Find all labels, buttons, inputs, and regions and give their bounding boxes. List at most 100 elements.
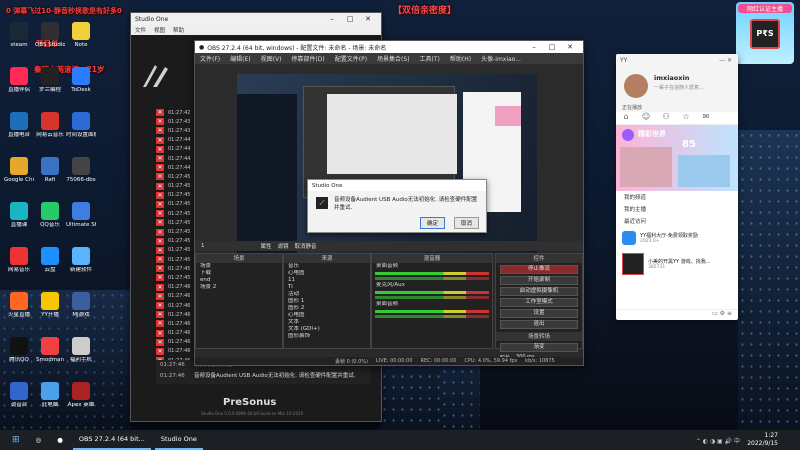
start-icon[interactable]: ⊞ bbox=[6, 431, 26, 449]
menu-item[interactable]: 场景集合(S) bbox=[372, 54, 415, 63]
desktop-icon[interactable]: 75066-dbs bbox=[66, 157, 96, 184]
list-item[interactable]: 我的频道 bbox=[616, 191, 738, 203]
desktop-icon[interactable]: 直播电台 bbox=[4, 112, 34, 139]
menu-item[interactable]: 文件(F) bbox=[195, 54, 225, 63]
list-item[interactable]: 音乐 bbox=[284, 263, 370, 270]
list-item[interactable]: 图形 1 bbox=[284, 298, 370, 305]
promo-banner[interactable]: 精彩世界 85 bbox=[616, 125, 738, 191]
desktop-icon[interactable]: Note bbox=[66, 22, 96, 49]
filters-button[interactable]: 滤镜 bbox=[278, 242, 289, 250]
list-item[interactable]: 我的主播 bbox=[616, 203, 738, 215]
list-item[interactable]: 场景 2 bbox=[196, 284, 282, 291]
menu-item[interactable]: 帮助(H) bbox=[445, 54, 476, 63]
volume-slider[interactable] bbox=[375, 277, 489, 280]
menu-item[interactable]: 停靠部件(D) bbox=[286, 54, 329, 63]
desktop-icon[interactable]: 腾讯QQ bbox=[4, 337, 34, 364]
desktop-icon[interactable]: 福利手机 bbox=[66, 337, 96, 364]
desktop-icon[interactable]: 调音台 bbox=[4, 382, 34, 409]
desktop-icon[interactable]: OBS Studio 电子白板 bbox=[35, 22, 65, 49]
list-item[interactable]: 文本 (GDI+) bbox=[284, 326, 370, 333]
list-item[interactable]: 文本 bbox=[284, 319, 370, 326]
desktop-icon[interactable]: 网易音乐 bbox=[4, 247, 34, 274]
desktop-icon[interactable]: QQ音乐 bbox=[35, 202, 65, 229]
game-entry[interactable]: 小美的开黑YY 游戏、找我... 385731 bbox=[616, 249, 738, 279]
transition-select[interactable]: 渐变 bbox=[500, 343, 578, 352]
user-icon[interactable]: ☺ bbox=[636, 112, 656, 121]
desktop-icon[interactable]: Google Chrome bbox=[4, 157, 34, 184]
menu-item[interactable]: 配置文件(P) bbox=[330, 54, 372, 63]
unmute-button[interactable]: 取消静音 bbox=[295, 242, 317, 250]
steam-icon[interactable]: ◎ bbox=[30, 431, 48, 449]
desktop-icon[interactable]: 此电脑 bbox=[35, 382, 65, 409]
desktop-icon[interactable]: Rafi bbox=[35, 157, 65, 184]
desktop-icon[interactable]: 火星直播 bbox=[4, 292, 34, 319]
tray-icons[interactable]: ⌃ ◐ ◑ ▣ 🔊 中 bbox=[696, 436, 740, 445]
desktop-icon[interactable]: MJ游戏 bbox=[66, 292, 96, 319]
list-item[interactable]: 场景 bbox=[196, 263, 282, 270]
properties-button[interactable]: 属性 bbox=[261, 242, 272, 250]
desktop-icon[interactable]: 直播伴侣 bbox=[4, 67, 34, 94]
control-button[interactable]: 停止推流 bbox=[500, 265, 578, 274]
dialog-titlebar[interactable]: Studio One bbox=[308, 180, 486, 191]
desktop-icon[interactable]: YY开播 bbox=[35, 292, 65, 319]
minimize-icon[interactable]: – bbox=[525, 43, 543, 51]
list-item[interactable]: 下载 bbox=[196, 270, 282, 277]
error-dialog[interactable]: Studio One ⟋ 音频设备Audient USB Audio无法初始化.… bbox=[307, 179, 487, 233]
volume-slider[interactable] bbox=[375, 296, 489, 299]
desktop-icon[interactable]: ToDesk bbox=[66, 67, 96, 94]
taskbar-app[interactable]: OBS 27.2.4 (64 bit... bbox=[72, 430, 151, 450]
menu-item[interactable]: 帮助 bbox=[169, 26, 188, 34]
control-button[interactable]: 设置 bbox=[500, 309, 578, 318]
group-icon[interactable]: ⚇ bbox=[656, 112, 676, 121]
control-button[interactable]: 启动虚拟摄像机 bbox=[500, 287, 578, 296]
promo-entry[interactable]: YY福利大厅-免费领取奖励 2023.0+ bbox=[616, 227, 738, 249]
desktop-icon[interactable]: Smodman bbox=[35, 337, 65, 364]
desktop-icon[interactable]: 罗兰编程 bbox=[35, 67, 65, 94]
desktop-icon[interactable]: Ultimate Studio bbox=[66, 202, 96, 229]
taskbar-app[interactable]: Studio One bbox=[154, 430, 203, 450]
list-item[interactable]: end bbox=[196, 277, 282, 284]
close-icon[interactable]: ✕ bbox=[561, 43, 579, 51]
studio-titlebar[interactable]: Studio One – □ ✕ bbox=[131, 13, 381, 25]
list-item[interactable]: 最近访问 bbox=[616, 215, 738, 227]
list-item[interactable]: 心电图 bbox=[284, 270, 370, 277]
volume-slider[interactable] bbox=[375, 315, 489, 318]
volume-meter[interactable] bbox=[375, 272, 489, 275]
star-icon[interactable]: ☆ bbox=[676, 112, 696, 121]
list-item[interactable]: 11 bbox=[284, 277, 370, 284]
desktop-icon[interactable]: 新建软件 bbox=[66, 247, 96, 274]
obs-titlebar[interactable]: ● OBS 27.2.4 (64 bit, windows) - 配置文件: 未… bbox=[195, 41, 583, 53]
control-button[interactable]: 开始录制 bbox=[500, 276, 578, 285]
desktop-icon[interactable]: 直播课 bbox=[4, 202, 34, 229]
obs-taskbar-icon[interactable]: ● bbox=[51, 431, 69, 449]
close-icon[interactable]: ✕ bbox=[359, 15, 377, 23]
list-item[interactable]: 活动 bbox=[284, 291, 370, 298]
minimize-icon[interactable]: – bbox=[323, 15, 341, 23]
list-item[interactable]: 图形 2 bbox=[284, 305, 370, 312]
chat-footer-icons[interactable]: ▭ ⚙ ≡ bbox=[616, 309, 738, 320]
desktop-icon[interactable]: steam bbox=[4, 22, 34, 49]
list-item[interactable]: Ti bbox=[284, 284, 370, 291]
menu-item[interactable]: 头像-imxiao... bbox=[476, 54, 526, 63]
maximize-icon[interactable]: □ bbox=[543, 43, 561, 51]
list-item[interactable]: 图形装饰 bbox=[284, 333, 370, 340]
control-button[interactable]: 工作室模式 bbox=[500, 298, 578, 307]
menu-item[interactable]: 视图(V) bbox=[256, 54, 287, 63]
volume-meter[interactable] bbox=[375, 310, 489, 313]
maximize-icon[interactable]: □ bbox=[341, 15, 359, 23]
ok-button[interactable]: 确定 bbox=[420, 217, 446, 229]
clock[interactable]: 1:27 2022/9/15 bbox=[747, 432, 778, 448]
control-button[interactable]: 退出 bbox=[500, 320, 578, 329]
volume-meter[interactable] bbox=[375, 291, 489, 294]
home-icon[interactable]: ⌂ bbox=[616, 112, 636, 121]
desktop-icon[interactable]: Apex 英雄 bbox=[66, 382, 96, 409]
menu-item[interactable]: 视图 bbox=[150, 26, 169, 34]
menu-item[interactable]: 工具(T) bbox=[415, 54, 445, 63]
desktop-icon[interactable]: 网易云音乐 bbox=[35, 112, 65, 139]
cancel-button[interactable]: 取消 bbox=[454, 217, 480, 229]
window-controls-icon[interactable]: — ✕ bbox=[719, 57, 732, 64]
menu-item[interactable]: 编辑(E) bbox=[225, 54, 255, 63]
desktop-icon[interactable]: 时间设置面板 bbox=[66, 112, 96, 139]
menu-item[interactable]: 文件 bbox=[131, 26, 150, 34]
mail-icon[interactable]: ✉ bbox=[696, 112, 716, 121]
